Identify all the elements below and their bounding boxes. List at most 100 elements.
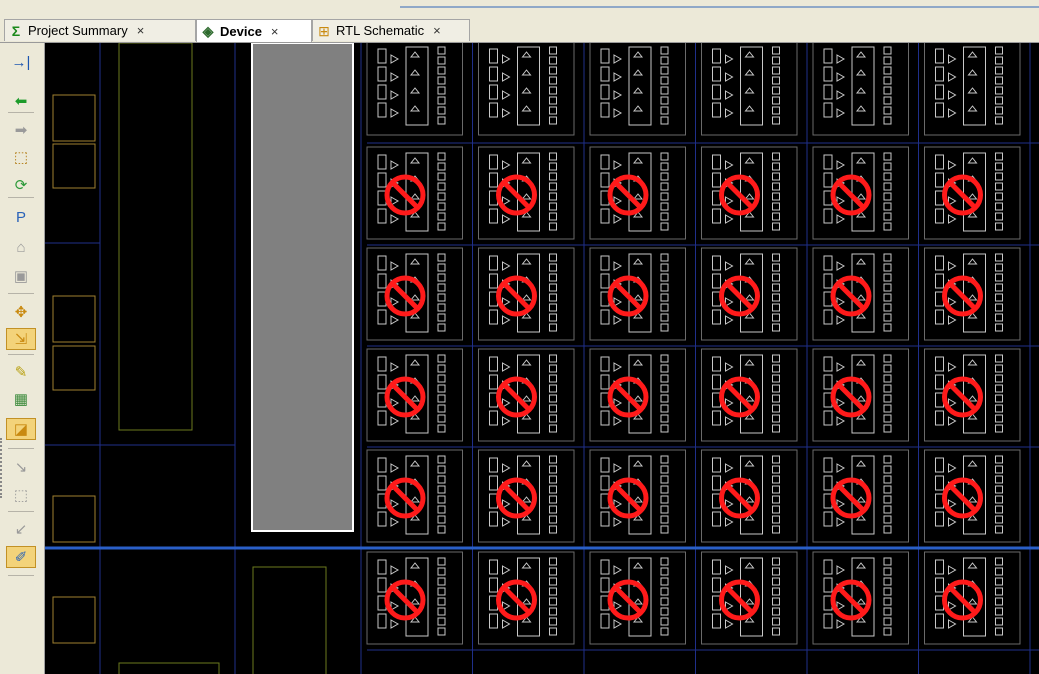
carry-element: [409, 258, 421, 265]
flipflop-element: [883, 384, 892, 393]
mux-element: [725, 362, 734, 372]
mux-element: [390, 72, 400, 82]
device-canvas[interactable]: [45, 43, 1039, 674]
tile-border: [812, 146, 909, 240]
lut-element: [935, 457, 944, 473]
lut-element: [489, 102, 498, 118]
placement-button[interactable]: ⇲: [6, 328, 36, 350]
flipflop-element: [883, 354, 892, 363]
collapse-icon: ↘: [14, 459, 28, 476]
tab-rtl-schematic[interactable]: ⊞ RTL Schematic ×: [312, 19, 470, 41]
select-area-button[interactable]: ⬚: [6, 146, 36, 168]
lut-element: [712, 255, 721, 271]
carry-element: [744, 157, 755, 164]
back-arrow-button[interactable]: ⬅: [6, 90, 36, 112]
mux-element: [502, 619, 511, 629]
lut-element: [600, 172, 610, 188]
toolbar-grip[interactable]: [0, 438, 5, 498]
mux-element: [948, 160, 957, 170]
tab-device[interactable]: ◈ Device ×: [196, 19, 312, 42]
house-button[interactable]: ⌂: [6, 236, 36, 258]
mux-element: [613, 463, 623, 473]
io-pad: [52, 94, 96, 142]
close-icon[interactable]: ×: [137, 23, 145, 38]
carry-element: [521, 562, 532, 569]
io-bank-outline: [118, 662, 220, 674]
mux-element: [613, 565, 623, 575]
flipflop-element: [883, 465, 892, 474]
refresh-route-button[interactable]: ⟳: [6, 174, 36, 196]
collapse-button[interactable]: ↘: [6, 456, 36, 478]
lut-element: [489, 154, 498, 170]
lut-element: [600, 475, 610, 491]
carry-element: [521, 460, 532, 467]
lut-element: [823, 457, 833, 473]
flipflop-element: [660, 192, 669, 201]
carry-element: [409, 193, 421, 200]
shrink-button[interactable]: ↙: [6, 518, 36, 540]
slice-tile: [366, 449, 463, 543]
mux-element: [948, 463, 957, 473]
close-icon[interactable]: ×: [433, 23, 441, 38]
flipflop-element: [549, 374, 557, 383]
add-pblock-button[interactable]: P: [6, 206, 36, 228]
flipflop-element: [995, 525, 1003, 534]
tile-border: [812, 551, 909, 645]
flipflop-element: [660, 253, 669, 262]
flipflop-element: [883, 96, 892, 105]
mux-element: [613, 362, 623, 372]
flipflop-element: [772, 384, 780, 393]
zoom-area-button[interactable]: ⬚: [6, 484, 36, 506]
flipflop-element: [660, 202, 669, 211]
flipflop-element: [660, 354, 669, 363]
carry-element: [855, 460, 867, 467]
flipflop-element: [660, 505, 669, 514]
show-routing-button[interactable]: ◪: [6, 418, 36, 440]
flipflop-element: [437, 354, 446, 363]
slice-tile: [812, 551, 909, 645]
flipflop-element: [883, 515, 892, 524]
lut-element: [489, 511, 498, 527]
lut-element: [600, 559, 610, 575]
device-view[interactable]: [45, 43, 1039, 674]
carry-element: [521, 598, 532, 605]
lut-element: [823, 410, 833, 426]
cell-button[interactable]: ▣: [6, 265, 36, 287]
carry-element: [967, 562, 978, 569]
grid-view-button[interactable]: ▦: [6, 388, 36, 410]
close-icon[interactable]: ×: [271, 24, 279, 39]
lut-element: [823, 475, 833, 491]
mux-element: [613, 108, 623, 118]
marker-button[interactable]: ✐: [6, 546, 36, 568]
slice-tile: [812, 449, 909, 543]
forward-arrow-button[interactable]: ➡: [6, 119, 36, 141]
flipflop-element: [549, 627, 557, 636]
lut-element: [600, 102, 610, 118]
sigma-icon: Σ: [11, 22, 21, 39]
carry-chain: [628, 46, 652, 126]
carry-element: [632, 69, 644, 76]
lut-element: [712, 475, 721, 491]
highlight-button[interactable]: ✎: [6, 361, 36, 383]
flipflop-element: [437, 394, 446, 403]
lut-element: [377, 255, 387, 271]
flipflop-element: [772, 182, 780, 191]
tile-border: [366, 348, 463, 442]
fit-button[interactable]: ✥: [6, 301, 36, 323]
flipflop-element: [772, 505, 780, 514]
tab-project-summary[interactable]: Σ Project Summary ×: [4, 19, 196, 41]
lut-element: [712, 559, 721, 575]
mux-element: [613, 160, 623, 170]
carry-element: [632, 105, 644, 112]
flipflop-element: [995, 557, 1003, 566]
carry-element: [967, 69, 978, 76]
flipflop-element: [772, 162, 780, 171]
expand-button[interactable]: →|: [6, 51, 36, 73]
lut-element: [935, 559, 944, 575]
flipflop-element: [995, 253, 1003, 262]
tab-label: Device: [220, 23, 262, 39]
flipflop-element: [883, 293, 892, 302]
flipflop-element: [549, 273, 557, 282]
toolbar-separator: [8, 511, 34, 512]
lut-element: [377, 84, 387, 100]
